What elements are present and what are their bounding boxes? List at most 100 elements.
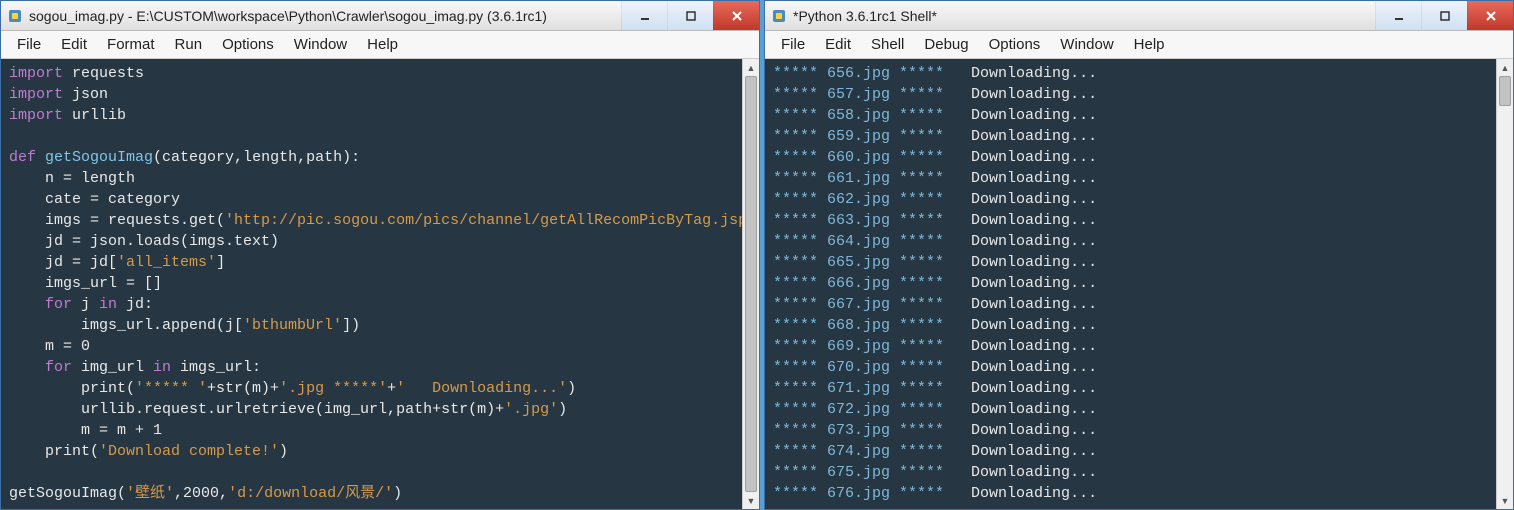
code-editor[interactable]: import requests import json import urlli…: [1, 59, 742, 509]
shell-line-status: Downloading...: [971, 359, 1097, 376]
code-text: requests: [63, 65, 144, 82]
fn-name: getSogouImag: [45, 149, 153, 166]
shell-output[interactable]: ***** 656.jpg ***** Downloading...***** …: [765, 59, 1496, 509]
shell-line-status: Downloading...: [971, 464, 1097, 481]
scroll-up-icon[interactable]: ▲: [743, 59, 759, 76]
menu-file[interactable]: File: [9, 34, 49, 55]
shell-line-status: Downloading...: [971, 296, 1097, 313]
shell-line-filename: ***** 656.jpg *****: [773, 65, 971, 82]
scroll-track[interactable]: [743, 76, 759, 492]
scroll-up-icon[interactable]: ▲: [1497, 59, 1513, 76]
shell-line-status: Downloading...: [971, 233, 1097, 250]
code-text: urllib: [63, 107, 126, 124]
scroll-down-icon[interactable]: ▼: [1497, 492, 1513, 509]
shell-line-filename: ***** 671.jpg *****: [773, 380, 971, 397]
shell-line: ***** 675.jpg ***** Downloading...: [773, 462, 1488, 483]
shell-line: ***** 665.jpg ***** Downloading...: [773, 252, 1488, 273]
menu-options[interactable]: Options: [214, 34, 282, 55]
shell-line-filename: ***** 657.jpg *****: [773, 86, 971, 103]
shell-title: *Python 3.6.1rc1 Shell*: [793, 8, 1375, 24]
editor-scrollbar[interactable]: ▲ ▼: [742, 59, 759, 509]
kw-def: def: [9, 149, 45, 166]
shell-line: ***** 658.jpg ***** Downloading...: [773, 105, 1488, 126]
menu-file[interactable]: File: [773, 34, 813, 55]
shell-line-filename: ***** 670.jpg *****: [773, 359, 971, 376]
shell-scrollbar[interactable]: ▲ ▼: [1496, 59, 1513, 509]
code-text: m = 0: [9, 338, 90, 355]
code-text: print(: [9, 443, 99, 460]
shell-titlebar[interactable]: *Python 3.6.1rc1 Shell*: [765, 1, 1513, 31]
shell-line-status: Downloading...: [971, 443, 1097, 460]
code-text: imgs = requests.get(: [9, 212, 225, 229]
string-literal: 'bthumbUrl': [243, 317, 342, 334]
shell-line-filename: ***** 676.jpg *****: [773, 485, 971, 502]
shell-line: ***** 676.jpg ***** Downloading...: [773, 483, 1488, 504]
code-text: ): [558, 401, 567, 418]
shell-line: ***** 661.jpg ***** Downloading...: [773, 168, 1488, 189]
shell-line-filename: ***** 667.jpg *****: [773, 296, 971, 313]
shell-line-filename: ***** 661.jpg *****: [773, 170, 971, 187]
code-text: json: [63, 86, 108, 103]
scroll-track[interactable]: [1497, 76, 1513, 492]
code-text: +: [387, 380, 396, 397]
code-text: imgs_url = []: [9, 275, 162, 292]
scroll-thumb[interactable]: [745, 76, 757, 492]
shell-line-status: Downloading...: [971, 107, 1097, 124]
shell-line: ***** 662.jpg ***** Downloading...: [773, 189, 1488, 210]
minimize-button[interactable]: [621, 1, 667, 30]
shell-line-filename: ***** 668.jpg *****: [773, 317, 971, 334]
shell-line-status: Downloading...: [971, 254, 1097, 271]
code-text: getSogouImag(: [9, 485, 126, 502]
code-text: ): [393, 485, 402, 502]
menu-run[interactable]: Run: [167, 34, 211, 55]
editor-window: sogou_imag.py - E:\CUSTOM\workspace\Pyth…: [0, 0, 760, 510]
shell-line: ***** 657.jpg ***** Downloading...: [773, 84, 1488, 105]
shell-line: ***** 674.jpg ***** Downloading...: [773, 441, 1488, 462]
menu-edit[interactable]: Edit: [817, 34, 859, 55]
shell-window: *Python 3.6.1rc1 Shell* File Edit Shell …: [764, 0, 1514, 510]
menu-help[interactable]: Help: [359, 34, 406, 55]
close-button[interactable]: [1467, 1, 1513, 30]
code-text: jd = json.loads(imgs.text): [9, 233, 279, 250]
string-literal: ' Downloading...': [396, 380, 567, 397]
shell-line: ***** 667.jpg ***** Downloading...: [773, 294, 1488, 315]
shell-line: ***** 664.jpg ***** Downloading...: [773, 231, 1488, 252]
maximize-button[interactable]: [1421, 1, 1467, 30]
shell-body: ***** 656.jpg ***** Downloading...***** …: [765, 59, 1513, 509]
shell-line-filename: ***** 674.jpg *****: [773, 443, 971, 460]
minimize-button[interactable]: [1375, 1, 1421, 30]
menu-edit[interactable]: Edit: [53, 34, 95, 55]
menu-help[interactable]: Help: [1126, 34, 1173, 55]
shell-menubar: File Edit Shell Debug Options Window Hel…: [765, 31, 1513, 59]
scroll-thumb[interactable]: [1499, 76, 1511, 106]
code-text: m = m + 1: [9, 422, 162, 439]
editor-menubar: File Edit Format Run Options Window Help: [1, 31, 759, 59]
editor-titlebar[interactable]: sogou_imag.py - E:\CUSTOM\workspace\Pyth…: [1, 1, 759, 31]
shell-line-status: Downloading...: [971, 212, 1097, 229]
code-text: imgs_url.append(j[: [9, 317, 243, 334]
menu-shell[interactable]: Shell: [863, 34, 912, 55]
shell-line-status: Downloading...: [971, 485, 1097, 502]
scroll-down-icon[interactable]: ▼: [743, 492, 759, 509]
code-text: ): [279, 443, 288, 460]
menu-window[interactable]: Window: [1052, 34, 1121, 55]
shell-line-filename: ***** 675.jpg *****: [773, 464, 971, 481]
shell-line: ***** 672.jpg ***** Downloading...: [773, 399, 1488, 420]
menu-window[interactable]: Window: [286, 34, 355, 55]
close-button[interactable]: [713, 1, 759, 30]
code-text: (category,length,path):: [153, 149, 360, 166]
code-text: ]): [342, 317, 360, 334]
kw-for: for: [9, 296, 72, 313]
menu-options[interactable]: Options: [981, 34, 1049, 55]
kw-in: in: [99, 296, 117, 313]
menu-debug[interactable]: Debug: [916, 34, 976, 55]
maximize-button[interactable]: [667, 1, 713, 30]
shell-line-filename: ***** 659.jpg *****: [773, 128, 971, 145]
menu-format[interactable]: Format: [99, 34, 163, 55]
shell-line-filename: ***** 672.jpg *****: [773, 401, 971, 418]
string-literal: 'http://pic.sogou.com/pics/channel/getAl…: [225, 212, 742, 229]
code-text: jd:: [117, 296, 153, 313]
shell-line-filename: ***** 662.jpg *****: [773, 191, 971, 208]
shell-line-filename: ***** 665.jpg *****: [773, 254, 971, 271]
string-literal: '***** ': [135, 380, 207, 397]
